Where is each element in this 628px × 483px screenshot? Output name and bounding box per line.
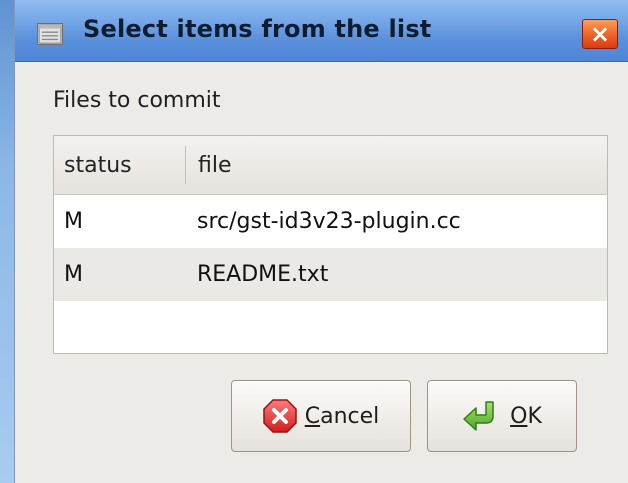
title-bar: Select items from the list × <box>15 0 628 62</box>
files-listview[interactable]: status file M src/gst-id3v23-plugin.cc M… <box>53 135 608 354</box>
column-header-status[interactable]: status <box>64 146 186 184</box>
ok-button[interactable]: OK <box>427 380 577 452</box>
row-file: README.txt <box>197 262 329 287</box>
list-header: status file <box>54 136 607 195</box>
column-header-file[interactable]: file <box>186 146 232 184</box>
cancel-label: Cancel <box>305 404 380 429</box>
cancel-icon <box>262 399 297 433</box>
window-icon <box>37 23 63 45</box>
close-icon: × <box>589 20 611 48</box>
cancel-button[interactable]: Cancel <box>231 380 411 452</box>
ok-mnemonic: O <box>510 403 528 429</box>
close-button[interactable]: × <box>582 19 618 49</box>
cancel-label-rest: ancel <box>320 403 380 429</box>
dialog-content: Files to commit status file M src/gst-id… <box>15 62 628 483</box>
row-status: M <box>64 262 83 287</box>
row-file: src/gst-id3v23-plugin.cc <box>197 209 461 234</box>
ok-icon <box>462 399 502 433</box>
cancel-mnemonic: C <box>304 403 321 429</box>
window-title: Select items from the list <box>83 15 432 43</box>
ok-label-rest: K <box>527 403 542 429</box>
row-status: M <box>64 209 83 234</box>
list-label: Files to commit <box>53 88 221 113</box>
dialog-window: Select items from the list × Files to co… <box>14 0 628 483</box>
table-row[interactable]: M README.txt <box>54 248 607 301</box>
table-row[interactable]: M src/gst-id3v23-plugin.cc <box>54 195 607 248</box>
ok-label: OK <box>510 404 542 429</box>
